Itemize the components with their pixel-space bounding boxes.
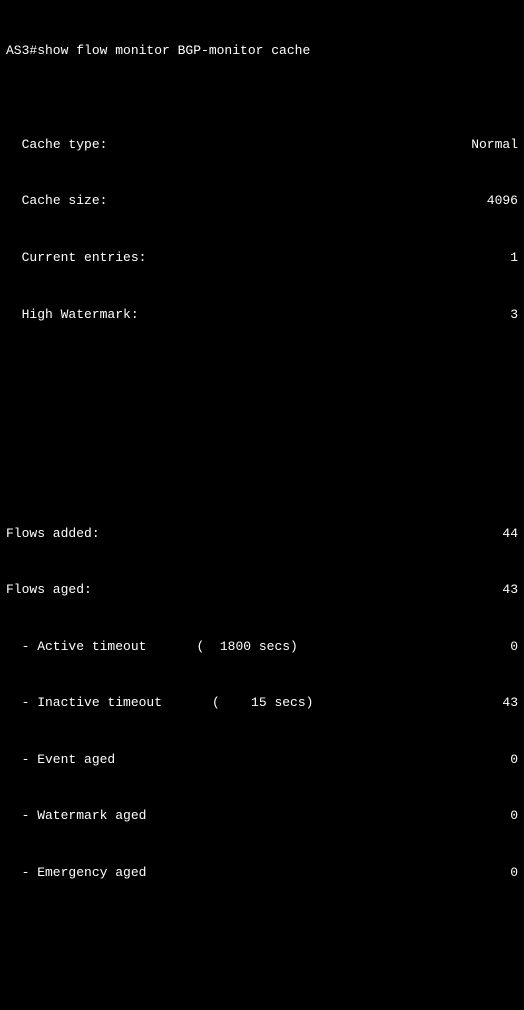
active-timeout-label-text: - Active timeout (6, 638, 146, 657)
current-entries-value: 1 (510, 249, 518, 268)
command-line: AS3#show flow monitor BGP-monitor cache (6, 42, 518, 61)
event-aged-value: 0 (510, 751, 518, 770)
inactive-timeout-detail: ( 15 secs) (212, 694, 313, 713)
cache-size-row: Cache size: 4096 (6, 192, 518, 211)
emergency-aged-label-text: - Emergency aged (6, 864, 146, 883)
active-timeout-value: 0 (510, 638, 518, 657)
high-watermark-indent (6, 306, 22, 325)
flows-aged-label-text: Flows aged: (6, 581, 92, 600)
cache-type-label-text: Cache type: (22, 136, 108, 155)
flows-added-row: Flows added: 44 (6, 525, 518, 544)
cache-type-row: Cache type: Normal (6, 136, 518, 155)
terminal-output: AS3#show flow monitor BGP-monitor cache … (6, 4, 518, 1010)
high-watermark-value: 3 (510, 306, 518, 325)
flows-added-value: 44 (502, 525, 518, 544)
cache-size-label-text: Cache size: (22, 192, 108, 211)
inactive-timeout-value: 43 (502, 694, 518, 713)
cache-size-label-indent (6, 192, 22, 211)
high-watermark-label-text: High Watermark: (22, 306, 139, 325)
current-entries-indent (6, 249, 22, 268)
watermark-aged-value: 0 (510, 807, 518, 826)
inactive-timeout-row: - Inactive timeout ( 15 secs) 43 (6, 694, 518, 713)
flows-aged-row: Flows aged: 43 (6, 581, 518, 600)
watermark-aged-row: - Watermark aged 0 (6, 807, 518, 826)
command-text: AS3#show flow monitor BGP-monitor cache (6, 42, 310, 61)
blank-line-1 (6, 468, 518, 487)
flows-added-label-text: Flows added: (6, 525, 100, 544)
inactive-timeout-label-text: - Inactive timeout (6, 694, 162, 713)
flows-aged-value: 43 (502, 581, 518, 600)
current-entries-label-text: Current entries: (22, 249, 147, 268)
cache-size-value: 4096 (487, 192, 518, 211)
active-timeout-row: - Active timeout ( 1800 secs) 0 (6, 638, 518, 657)
cache-type-label (6, 136, 22, 155)
watermark-aged-label-text: - Watermark aged (6, 807, 146, 826)
active-timeout-detail: ( 1800 secs) (196, 638, 297, 657)
ipv4-data-section: IPV4 SOURCE ADDRESS:20.20.20.1IPV4 DESTI… (6, 985, 518, 1010)
current-entries-row: Current entries: 1 (6, 249, 518, 268)
emergency-aged-value: 0 (510, 864, 518, 883)
event-aged-row: - Event aged 0 (6, 751, 518, 770)
emergency-aged-row: - Emergency aged 0 (6, 864, 518, 883)
flows-section: Flows added: 44 Flows aged: 43 - Active ti… (6, 431, 518, 921)
cache-info-section: Cache type: Normal Cache size: 4096 Curren… (6, 98, 518, 362)
high-watermark-row: High Watermark: 3 (6, 306, 518, 325)
cache-type-value: Normal (471, 136, 518, 155)
event-aged-label-text: - Event aged (6, 751, 115, 770)
